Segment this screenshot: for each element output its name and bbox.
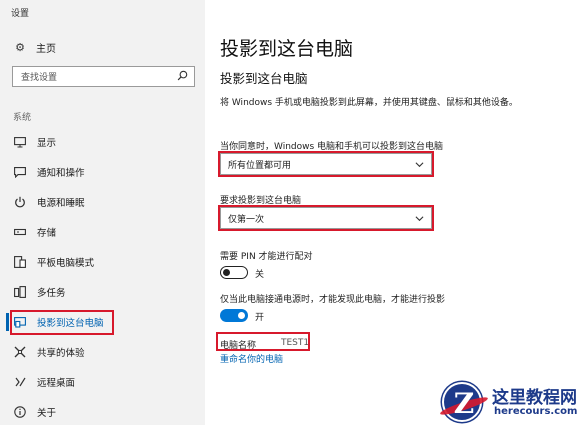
- sidebar-item-remote-desktop[interactable]: 远程桌面: [0, 370, 205, 394]
- sidebar-item-multitasking[interactable]: 多任务: [0, 280, 205, 304]
- require-pin-toggle[interactable]: [220, 266, 248, 279]
- toggle-knob: [223, 268, 230, 276]
- plugged-in-state: 开: [255, 313, 265, 323]
- highlight-box-availability: [218, 151, 434, 177]
- gear-icon: ⚙: [15, 40, 25, 54]
- sidebar-item-label: 平板电脑模式: [37, 258, 95, 269]
- sidebar-item-label: 显示: [37, 138, 57, 149]
- sidebar-item-storage[interactable]: 存储: [0, 220, 205, 244]
- selected-accent-bar: [6, 313, 9, 331]
- shared-experience-icon: [13, 346, 27, 358]
- home-nav[interactable]: ⚙ 主页: [13, 38, 56, 56]
- logo-emblem: Z: [438, 382, 490, 422]
- require-pin-state: 关: [255, 270, 265, 280]
- remote-desktop-icon: [13, 376, 27, 388]
- sidebar-item-label: 电源和睡眠: [37, 198, 85, 209]
- sidebar-item-label: 共享的体验: [37, 348, 85, 359]
- window-title: 设置: [11, 9, 30, 19]
- search-placeholder: 查找设置: [21, 73, 58, 83]
- monitor-icon: [13, 136, 27, 148]
- main-content: 投影到这台电脑 投影到这台电脑 将 Windows 手机或电脑投影到此屏幕，并使…: [205, 0, 586, 425]
- sidebar-item-about[interactable]: 关于: [0, 400, 205, 424]
- power-icon: [13, 196, 27, 208]
- tablet-mode-icon: [13, 256, 27, 268]
- plugged-in-label: 仅当此电脑接通电源时，才能发现此电脑，才能进行投影: [220, 295, 446, 305]
- sidebar-item-label: 关于: [37, 408, 57, 419]
- require-pin-label: 需要 PIN 才能进行配对: [220, 252, 313, 262]
- group-label-system: 系统: [13, 113, 32, 123]
- section-title: 投影到这台电脑: [220, 71, 308, 86]
- home-label: 主页: [36, 43, 56, 55]
- sidebar-item-label: 远程桌面: [37, 378, 76, 389]
- toggle-knob: [238, 312, 245, 319]
- sidebar-item-label: 多任务: [37, 288, 66, 299]
- plugged-in-toggle[interactable]: [220, 309, 248, 322]
- storage-icon: [13, 228, 27, 236]
- sidebar-item-label: 存储: [37, 228, 57, 239]
- description-text: 将 Windows 手机或电脑投影到此屏幕，并使用其键盘、鼠标和其他设备。: [220, 98, 518, 108]
- rename-pc-link[interactable]: 重命名你的电脑: [220, 352, 283, 365]
- info-icon: [13, 406, 27, 418]
- notification-icon: [13, 166, 27, 178]
- sidebar-item-power[interactable]: 电源和睡眠: [0, 190, 205, 214]
- logo-brand-cn: 这里教程网: [492, 388, 577, 408]
- sidebar-item-label: 通知和操作: [37, 168, 85, 179]
- search-input[interactable]: 查找设置: [12, 66, 195, 87]
- highlight-box-nav: [10, 310, 114, 335]
- multitasking-icon: [13, 286, 27, 298]
- sidebar-item-shared-experiences[interactable]: 共享的体验: [0, 340, 205, 364]
- watermark-logo: Z 这里教程网 herecours.com: [438, 378, 586, 423]
- sidebar-item-tablet-mode[interactable]: 平板电脑模式: [0, 250, 205, 274]
- sidebar-item-display[interactable]: 显示: [0, 130, 205, 154]
- search-icon[interactable]: [177, 70, 188, 81]
- highlight-box-ask-to-project: [218, 205, 434, 231]
- logo-letter: Z: [453, 387, 475, 420]
- sidebar-item-notifications[interactable]: 通知和操作: [0, 160, 205, 184]
- page-title: 投影到这台电脑: [220, 38, 354, 60]
- highlight-box-pc-name: [216, 332, 310, 351]
- sidebar: 设置 ⚙ 主页 查找设置 系统 显示 通知和操作 电源和睡眠 存储 平板电脑模式…: [0, 0, 205, 425]
- logo-brand-en: herecours.com: [494, 406, 578, 417]
